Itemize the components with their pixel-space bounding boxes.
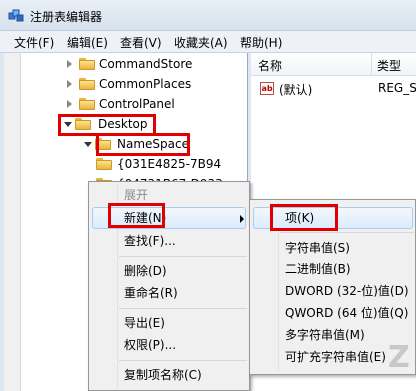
registry-editor-icon bbox=[8, 9, 24, 22]
annotation-box-namespace bbox=[96, 133, 190, 156]
expand-arrow-icon[interactable] bbox=[67, 60, 72, 68]
menu-view[interactable]: 查看(V) bbox=[120, 34, 162, 51]
tree-item-controlpanel[interactable]: ControlPanel bbox=[64, 94, 244, 114]
submenu-item-binary-value[interactable]: 二进制值(B) bbox=[285, 259, 351, 279]
menu-file[interactable]: 文件(F) bbox=[14, 34, 54, 51]
value-name[interactable]: (默认) bbox=[279, 81, 312, 98]
collapse-arrow-icon[interactable] bbox=[84, 142, 92, 147]
folder-icon bbox=[79, 98, 95, 110]
tree-item-commandstore[interactable]: CommandStore bbox=[64, 54, 244, 74]
menu-item-expand[interactable]: 展开 bbox=[124, 185, 148, 205]
folder-icon bbox=[79, 78, 95, 90]
value-type: REG_S bbox=[378, 81, 416, 95]
folder-icon bbox=[79, 58, 95, 70]
submenu-item-multistring-value[interactable]: 多字符串值(M) bbox=[285, 325, 365, 345]
menu-item-rename[interactable]: 重命名(R) bbox=[124, 283, 178, 303]
tree-item-label: CommonPlaces bbox=[99, 77, 192, 91]
menu-item-export[interactable]: 导出(E) bbox=[124, 313, 165, 333]
menu-separator bbox=[119, 308, 247, 309]
ab-string-icon: ab bbox=[260, 82, 274, 95]
menu-favorites[interactable]: 收藏夹(A) bbox=[174, 34, 228, 51]
title-bar[interactable]: 注册表编辑器 bbox=[0, 0, 416, 31]
column-header-name[interactable]: 名称 bbox=[258, 57, 282, 74]
column-header-type[interactable]: 类型 bbox=[377, 57, 401, 74]
tree-item-label: ControlPanel bbox=[99, 97, 175, 111]
menu-bar: 文件(F) 编辑(E) 查看(V) 收藏夹(A) 帮助(H) bbox=[0, 31, 416, 53]
menu-separator bbox=[280, 232, 414, 233]
column-divider[interactable] bbox=[371, 53, 372, 75]
expand-arrow-icon[interactable] bbox=[67, 80, 72, 88]
menu-edit[interactable]: 编辑(E) bbox=[67, 34, 108, 51]
expand-arrow-icon[interactable] bbox=[67, 100, 72, 108]
menu-item-permissions[interactable]: 权限(P)... bbox=[124, 335, 176, 355]
annotation-box-key bbox=[270, 204, 338, 231]
menu-item-delete[interactable]: 删除(D) bbox=[124, 261, 167, 281]
tree-item-commonplaces[interactable]: CommonPlaces bbox=[64, 74, 244, 94]
submenu-arrow-icon bbox=[240, 215, 244, 223]
tree-item-label: {031E4825-7B94 bbox=[117, 157, 222, 171]
menu-help[interactable]: 帮助(H) bbox=[240, 34, 282, 51]
submenu-item-dword-value[interactable]: DWORD (32-位)值(D) bbox=[285, 281, 409, 301]
menu-item-find[interactable]: 查找(F)... bbox=[124, 231, 176, 251]
folder-icon bbox=[96, 158, 112, 170]
tree-scrollbar[interactable] bbox=[4, 53, 21, 391]
menu-separator bbox=[119, 256, 247, 257]
submenu-item-qword-value[interactable]: QWORD (64 位)值(Q) bbox=[285, 303, 408, 323]
submenu-item-expandable-string-value[interactable]: 可扩充字符串值(E) bbox=[285, 347, 386, 367]
list-header: 名称 类型 bbox=[251, 53, 416, 76]
tree-item-guid-1[interactable]: {031E4825-7B94 bbox=[96, 154, 246, 174]
annotation-box-new bbox=[108, 203, 165, 228]
tree-item-label: CommandStore bbox=[99, 57, 193, 71]
submenu-item-string-value[interactable]: 字符串值(S) bbox=[285, 238, 350, 258]
watermark-logo: Z bbox=[388, 340, 410, 375]
window-title: 注册表编辑器 bbox=[30, 10, 103, 24]
menu-separator bbox=[119, 360, 247, 361]
menu-item-copy-key-name[interactable]: 复制项名称(C) bbox=[124, 365, 202, 385]
